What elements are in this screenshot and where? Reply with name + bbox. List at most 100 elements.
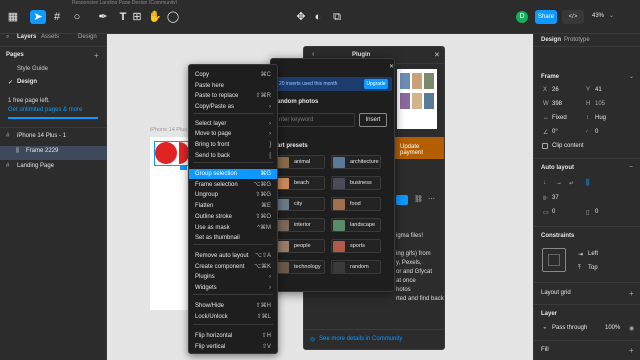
add-page-icon[interactable]: + — [94, 51, 99, 60]
update-payment-banner[interactable]: Update payment — [392, 137, 444, 159]
menu-item[interactable]: Copy ⌘C — [189, 70, 277, 80]
link-icon[interactable]: ⛓ — [414, 195, 423, 203]
pen-tool-icon[interactable]: ✒ — [96, 10, 110, 24]
comment-tool-icon[interactable]: ◯ — [166, 10, 180, 24]
menu-item[interactable]: Ungroup ⇧⌘G — [189, 190, 277, 200]
preset-chip[interactable]: technology — [275, 260, 325, 274]
menu-item[interactable]: Flip horizontal ⇧H — [189, 331, 277, 341]
menu-item[interactable]: Paste to replace ⇧⌘R — [189, 91, 277, 101]
preset-chip[interactable]: random — [331, 260, 381, 274]
menu-item[interactable]: Paste here — [189, 81, 277, 91]
layer-row[interactable]: # Landing Page — [0, 163, 107, 173]
blend-mode-select[interactable]: Pass through — [552, 325, 587, 331]
shape-tool-icon[interactable]: ○ — [70, 10, 84, 24]
search-icon[interactable]: ⌕ — [6, 34, 9, 41]
alignment-icon[interactable]: ⫼ — [586, 178, 596, 188]
upgrade-link[interactable]: Get unlimited pages & more — [8, 107, 82, 113]
red-circle[interactable] — [155, 142, 177, 164]
menu-item[interactable]: Group selection ⌘G — [189, 169, 277, 179]
preset-chip[interactable]: landscape — [331, 218, 381, 232]
insert-button[interactable]: Insert — [359, 113, 387, 127]
chevron-down-icon[interactable]: ⌄ — [629, 73, 634, 80]
preset-chip[interactable]: food — [331, 197, 381, 211]
direction-right-icon[interactable]: → — [556, 180, 562, 186]
share-button[interactable]: Share — [535, 10, 557, 24]
constraint-widget[interactable] — [542, 248, 566, 272]
text-tool-icon[interactable]: T — [116, 10, 130, 24]
add-fill-icon[interactable]: + — [629, 346, 634, 355]
opacity-field[interactable]: 100% — [605, 325, 620, 331]
gap-field[interactable]: 37 — [552, 195, 559, 201]
preset-chip[interactable]: architecture — [331, 155, 381, 169]
tab-design[interactable]: Design — [541, 37, 561, 43]
menu-item[interactable]: Flip vertical ⇧V — [189, 342, 277, 352]
x-field[interactable]: 26 — [552, 87, 559, 93]
resources-icon[interactable]: ⊞ — [130, 10, 144, 24]
close-icon[interactable]: ✕ — [389, 63, 394, 70]
mask-icon[interactable]: ◐ — [311, 10, 325, 24]
run-button[interactable] — [396, 195, 408, 205]
menu-item[interactable]: Show/Hide ⇧⌘H — [189, 301, 277, 311]
menu-item[interactable]: Plugins › — [189, 272, 277, 282]
move-tool-icon[interactable]: ➤ — [30, 10, 46, 24]
menu-item[interactable]: Select layer › — [189, 119, 277, 129]
community-link[interactable]: See more details in Community — [319, 336, 402, 342]
clip-content-checkbox[interactable] — [542, 143, 548, 149]
keyword-input[interactable]: nter keyword — [275, 113, 355, 127]
eye-icon[interactable]: ◉ — [629, 325, 634, 332]
page-item-active[interactable]: ✓ Design — [0, 79, 107, 89]
constraint-v-select[interactable]: Top — [588, 265, 598, 271]
layer-row-selected[interactable]: ⫼ Frame 2229 — [0, 146, 107, 160]
menu-item[interactable]: Send to back [ — [189, 151, 277, 161]
menu-item[interactable]: Flatten ⌘E — [189, 201, 277, 211]
preset-chip[interactable]: people — [275, 239, 325, 253]
wrap-icon[interactable]: ↵ — [569, 180, 574, 187]
padding-v-field[interactable]: 0 — [595, 209, 598, 215]
menu-item[interactable]: Create component ⌥⌘K — [189, 262, 277, 272]
menu-item[interactable]: Lock/Unlock ⇧⌘L — [189, 312, 277, 322]
preset-chip[interactable]: interior — [275, 218, 325, 232]
zoom-level[interactable]: 43% — [592, 13, 604, 19]
hand-tool-icon[interactable]: ✋ — [148, 10, 162, 24]
menu-item[interactable]: Widgets › — [189, 283, 277, 293]
direction-down-icon[interactable]: ↓ — [543, 180, 546, 186]
tab-layers[interactable]: Layers — [17, 34, 36, 40]
dev-mode-toggle[interactable]: </> — [562, 10, 584, 24]
close-icon[interactable]: ✕ — [434, 51, 440, 59]
component-icon[interactable]: ✥ — [294, 10, 308, 24]
menu-item[interactable]: Set as thumbnail — [189, 233, 277, 243]
rotation-field[interactable]: 0° — [552, 129, 558, 135]
menu-item[interactable]: Copy/Paste as › — [189, 102, 277, 112]
menu-item[interactable]: Outline stroke ⇧⌘O — [189, 212, 277, 222]
h-field[interactable]: 105 — [595, 101, 605, 107]
tab-prototype[interactable]: Prototype — [564, 37, 590, 43]
radius-field[interactable]: 0 — [595, 129, 598, 135]
avatar[interactable]: D — [516, 11, 528, 23]
figma-menu-icon[interactable]: ▦ — [6, 10, 20, 24]
preset-chip[interactable]: animal — [275, 155, 325, 169]
add-grid-icon[interactable]: + — [629, 289, 634, 298]
width-mode-select[interactable]: Fixed — [552, 115, 567, 121]
page-item[interactable]: Style Guide — [0, 66, 107, 76]
preset-chip[interactable]: beach — [275, 176, 325, 190]
layer-row[interactable]: # iPhone 14 Plus - 1 — [0, 133, 107, 143]
menu-item[interactable]: Use as mask ^⌘M — [189, 223, 277, 233]
more-icon[interactable]: ⋯ — [428, 195, 435, 203]
menu-item[interactable]: Frame selection ⌥⌘G — [189, 180, 277, 190]
boolean-icon[interactable]: ⧉ — [330, 10, 344, 24]
padding-h-field[interactable]: 0 — [552, 209, 555, 215]
y-field[interactable]: 41 — [595, 87, 602, 93]
upgrade-button[interactable]: Upgrade — [364, 79, 388, 89]
chevron-down-icon[interactable]: ⌄ — [609, 12, 614, 19]
menu-item[interactable]: Bring to front] — [189, 140, 277, 150]
file-tab[interactable]: Responsive Landing Page Design (Communit… — [72, 0, 572, 4]
minus-icon[interactable]: − — [629, 164, 633, 171]
menu-item[interactable]: Move to page › — [189, 129, 277, 139]
design-label[interactable]: Design — [78, 34, 97, 40]
constraint-h-select[interactable]: Left — [588, 251, 598, 257]
preset-chip[interactable]: business — [331, 176, 381, 190]
menu-item[interactable]: Remove auto layout ⌥⇧A — [189, 251, 277, 261]
height-mode-select[interactable]: Hug — [595, 115, 606, 121]
preset-chip[interactable]: city — [275, 197, 325, 211]
w-field[interactable]: 398 — [552, 101, 562, 107]
